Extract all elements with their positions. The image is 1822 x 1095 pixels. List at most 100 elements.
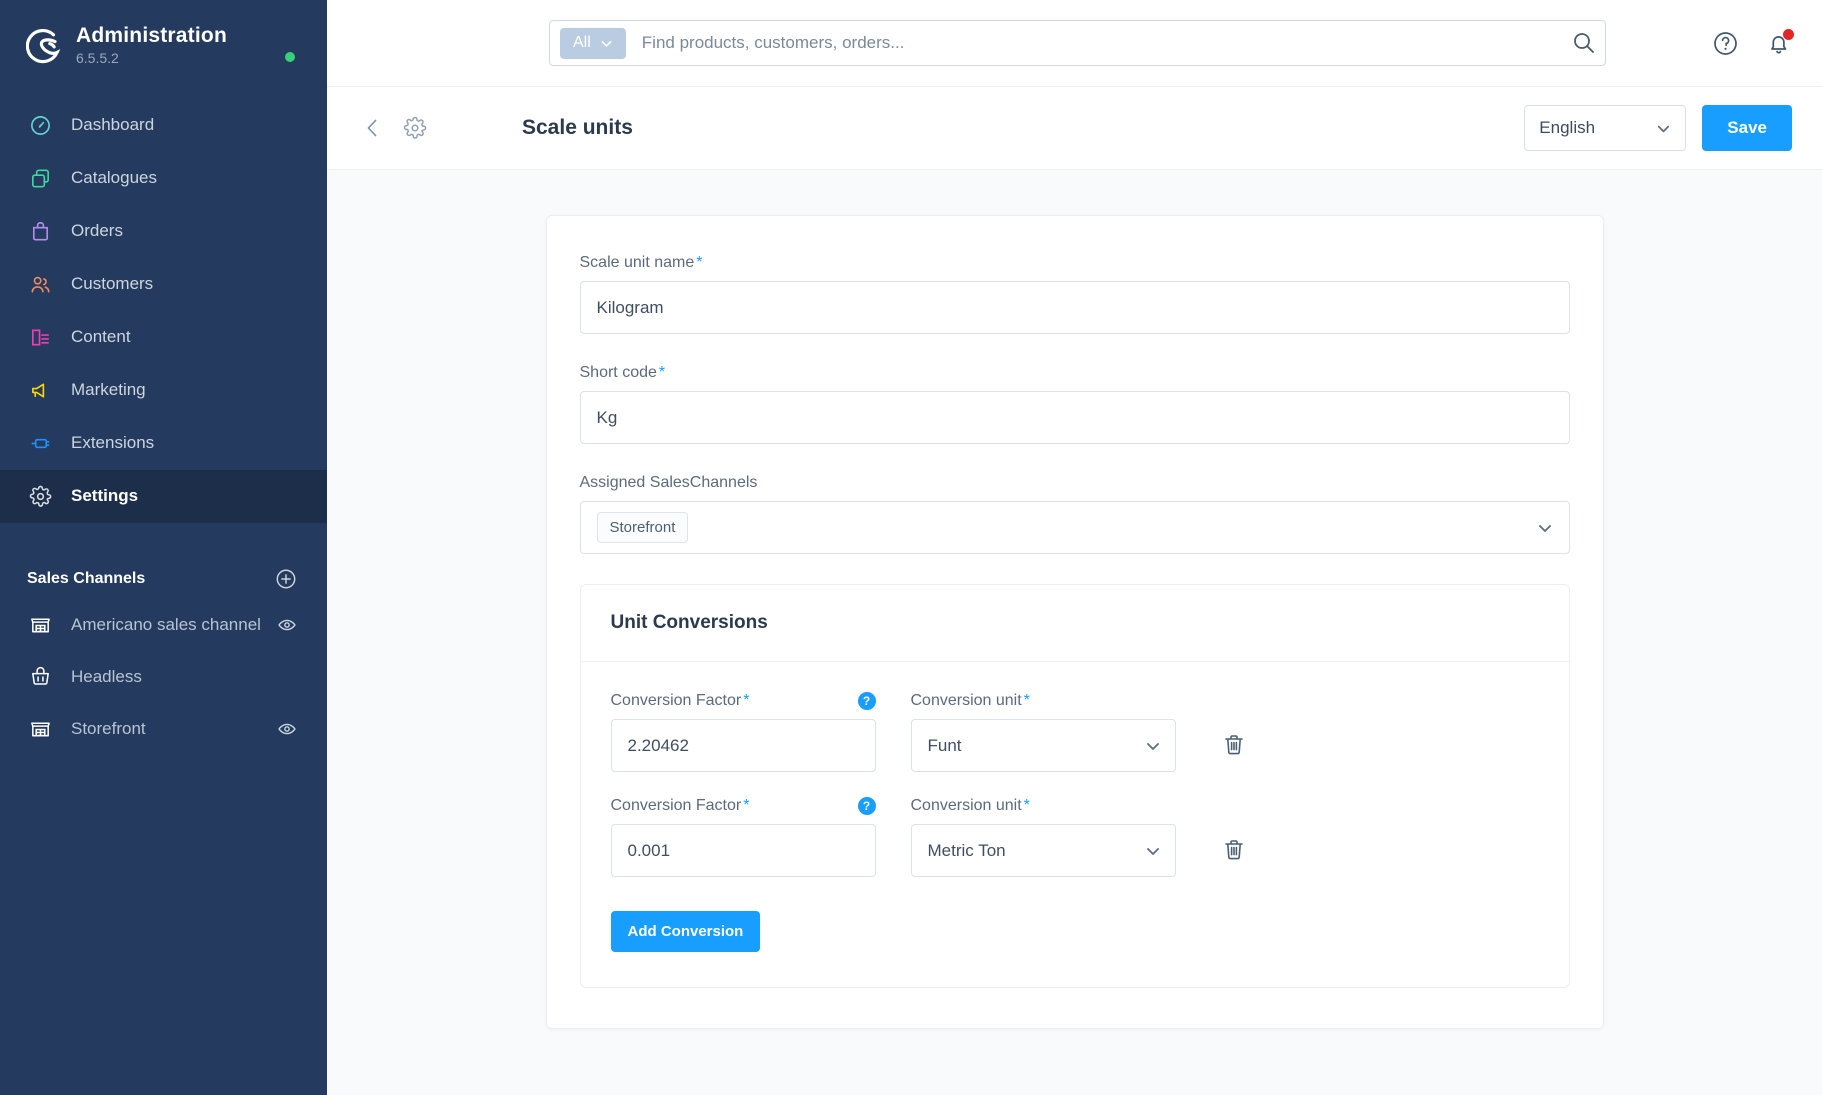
- bell-icon[interactable]: [1765, 28, 1794, 57]
- scale-unit-name-input[interactable]: [579, 281, 1570, 334]
- dashboard-icon: [27, 112, 53, 138]
- plus-circle-icon[interactable]: [275, 568, 297, 590]
- required-asterisk: *: [743, 797, 750, 814]
- conversion-row: Conversion Factor* ? Conversion unit*: [610, 797, 1539, 877]
- help-badge-icon[interactable]: ?: [857, 692, 876, 710]
- catalogues-icon: [27, 165, 53, 191]
- delete-conversion-button[interactable]: [1221, 837, 1247, 863]
- scale-unit-card: Scale unit name* Short code* Assigned Sa…: [545, 215, 1604, 1029]
- page-header-actions: English Save: [1524, 105, 1792, 151]
- short-code-input[interactable]: [579, 391, 1570, 444]
- language-select-value: English: [1539, 118, 1596, 137]
- label-text: Conversion unit: [910, 692, 1022, 709]
- save-button[interactable]: Save: [1702, 105, 1792, 151]
- conversion-unit-value: Metric Ton: [927, 840, 1006, 860]
- sidebar-item-content[interactable]: Content: [0, 311, 327, 364]
- sales-channels-title: Sales Channels: [27, 569, 146, 587]
- field-short-code: Short code *: [579, 364, 1570, 444]
- orders-icon: [27, 218, 53, 244]
- delete-conversion-button[interactable]: [1221, 732, 1247, 758]
- search-scope-dropdown[interactable]: All: [560, 27, 626, 59]
- chevron-down-icon: [1658, 125, 1670, 132]
- topbar-icons: [1712, 28, 1794, 57]
- sales-channel-label: Headless: [71, 666, 142, 686]
- search-scope-label: All: [573, 34, 591, 51]
- sales-channels-header: Sales Channels: [0, 559, 327, 599]
- content-area: Scale unit name* Short code* Assigned Sa…: [327, 170, 1822, 1095]
- top-bar: All: [327, 0, 1822, 87]
- language-select[interactable]: English: [1524, 105, 1687, 151]
- extensions-icon: [27, 430, 53, 456]
- sales-channel-headless[interactable]: Headless: [0, 651, 327, 703]
- required-asterisk: *: [743, 692, 750, 709]
- gear-icon[interactable]: [403, 116, 427, 140]
- conversion-unit-value: Funt: [927, 735, 962, 755]
- search-icon[interactable]: [1571, 30, 1597, 56]
- search-input[interactable]: [625, 33, 1571, 53]
- settings-gear-icon: [27, 483, 53, 509]
- sidebar-item-label: Marketing: [71, 380, 146, 400]
- eye-icon[interactable]: [277, 719, 297, 739]
- customers-icon: [27, 271, 53, 297]
- sidebar: Administration 6.5.5.2 Dashboard Catalog…: [0, 0, 327, 1095]
- eye-icon[interactable]: [277, 615, 297, 635]
- chevron-down-icon: [1146, 847, 1159, 855]
- sidebar-item-catalogues[interactable]: Catalogues: [0, 152, 327, 205]
- field-scale-unit-name: Scale unit name *: [579, 254, 1570, 334]
- label-text: Short code: [579, 364, 657, 381]
- assigned-sales-channels-select[interactable]: Storefront: [579, 501, 1570, 554]
- sales-channel-label: Storefront: [71, 718, 146, 738]
- add-conversion-button[interactable]: Add Conversion: [610, 911, 761, 952]
- brand-version: 6.5.5.2: [76, 50, 119, 67]
- marketing-icon: [27, 377, 53, 403]
- label-text: Scale unit name: [579, 254, 695, 271]
- conversion-unit-label-line: Conversion unit *: [911, 692, 1176, 710]
- sales-channel-label: Americano sales channel: [71, 614, 261, 634]
- field-assigned-sales-channels: Assigned SalesChannels Storefront: [579, 474, 1570, 554]
- label-text: Conversion unit: [910, 797, 1022, 814]
- conversion-unit-label-line: Conversion unit *: [911, 797, 1176, 815]
- sales-channel-storefront[interactable]: Storefront: [0, 703, 327, 755]
- shopware-logo-icon: [25, 28, 62, 64]
- sidebar-item-label: Catalogues: [71, 168, 158, 188]
- sidebar-item-customers[interactable]: Customers: [0, 258, 327, 311]
- conversion-unit-select[interactable]: Funt: [910, 719, 1176, 772]
- chevron-down-icon: [601, 40, 612, 47]
- conversion-row: Conversion Factor* ? Conversion unit*: [610, 692, 1539, 772]
- chevron-left-icon[interactable]: [360, 115, 386, 141]
- sidebar-item-settings[interactable]: Settings: [0, 469, 327, 523]
- required-asterisk: *: [696, 254, 703, 271]
- help-badge-icon[interactable]: ?: [857, 797, 876, 815]
- sidebar-item-marketing[interactable]: Marketing: [0, 364, 327, 417]
- conversion-factor-input[interactable]: [610, 719, 876, 772]
- conversion-factor-label-line: Conversion Factor * ?: [611, 692, 876, 710]
- scale-unit-name-label: Scale unit name *: [580, 254, 1570, 272]
- sidebar-item-dashboard[interactable]: Dashboard: [0, 99, 327, 152]
- sales-channel-americano[interactable]: Americano sales channel: [0, 599, 327, 651]
- global-search[interactable]: All: [549, 20, 1606, 66]
- label-text: Conversion Factor: [610, 797, 742, 814]
- conversion-factor-label: Conversion Factor *: [611, 797, 750, 815]
- main-navigation: Dashboard Catalogues Orders Customers Co…: [0, 99, 327, 523]
- assigned-sales-channels-label: Assigned SalesChannels: [579, 474, 758, 491]
- conversion-factor-label: Conversion Factor *: [611, 692, 750, 710]
- required-asterisk: *: [1023, 692, 1030, 709]
- online-status-dot: [285, 52, 295, 62]
- help-circle-icon[interactable]: [1712, 30, 1739, 57]
- sidebar-item-orders[interactable]: Orders: [0, 205, 327, 258]
- conversion-unit-select[interactable]: Metric Ton: [910, 824, 1176, 877]
- basket-icon: [27, 664, 53, 690]
- required-asterisk: *: [1023, 797, 1030, 814]
- storefront-icon: [27, 612, 53, 638]
- sidebar-item-label: Extensions: [71, 433, 155, 453]
- short-code-label: Short code *: [580, 364, 1570, 382]
- storefront-icon: [27, 716, 53, 742]
- brand-title: Administration: [76, 24, 227, 47]
- unit-conversions-title: Unit Conversions: [580, 585, 1569, 662]
- conversion-factor-input[interactable]: [610, 824, 876, 877]
- content-icon: [27, 324, 53, 350]
- label-text: Conversion Factor: [610, 692, 742, 709]
- sidebar-item-label: Dashboard: [71, 115, 155, 135]
- selected-tag-storefront[interactable]: Storefront: [596, 512, 689, 543]
- sidebar-item-extensions[interactable]: Extensions: [0, 417, 327, 470]
